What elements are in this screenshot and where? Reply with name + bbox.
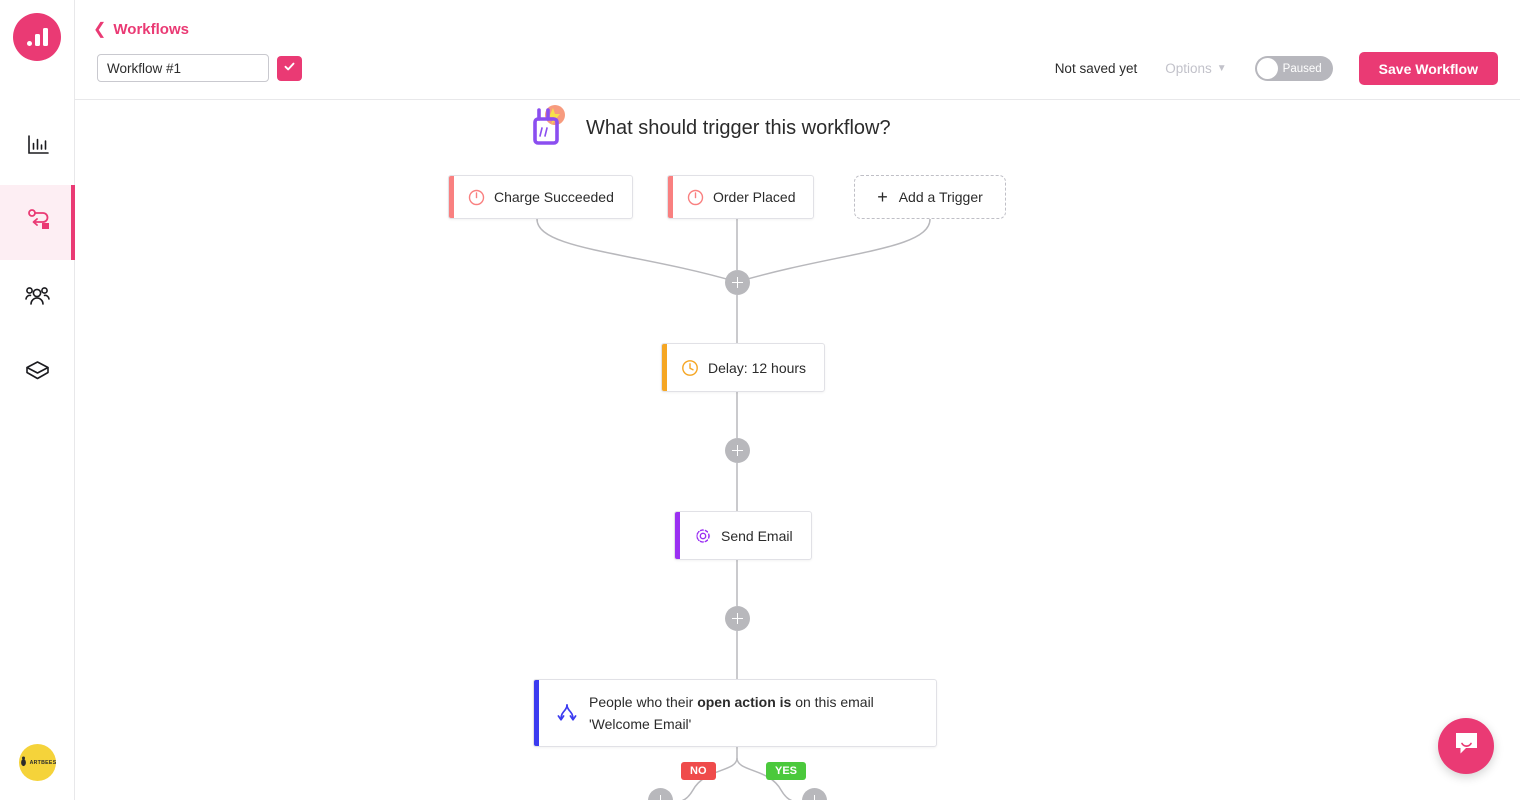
pause-resume-toggle[interactable]: Paused <box>1254 56 1333 81</box>
chevron-left-icon: ❮ <box>93 20 107 38</box>
options-dropdown[interactable]: Options ▼ <box>1165 61 1226 76</box>
clock-icon <box>681 359 699 377</box>
bar-chart-icon <box>25 132 51 163</box>
node-accent-bar <box>534 680 539 746</box>
add-step-button-2[interactable] <box>725 438 750 463</box>
support-messenger-button[interactable] <box>1438 718 1494 774</box>
power-icon <box>687 189 704 206</box>
branch-badge-no[interactable]: NO <box>681 762 716 780</box>
sidebar-item-audience[interactable] <box>0 260 75 335</box>
workflow-builder-app: ARTBEES ❮ Workflows Not saved yet Option… <box>0 0 1520 800</box>
check-icon <box>283 60 296 76</box>
gear-icon <box>694 527 712 545</box>
workflow-node-trigger-charge-succeeded[interactable]: Charge Succeeded <box>448 175 633 219</box>
condition-text: People who their open action is on this … <box>589 691 888 735</box>
add-trigger-label: Add a Trigger <box>898 189 983 205</box>
node-label: Charge Succeeded <box>494 189 614 205</box>
sidebar-item-workflows[interactable] <box>0 185 75 260</box>
power-icon <box>468 189 485 206</box>
node-accent-bar <box>668 176 673 218</box>
confirm-name-button[interactable] <box>277 55 302 81</box>
condition-line2: 'Welcome Email' <box>589 716 692 732</box>
condition-line1-prefix: People who their <box>589 694 698 710</box>
breadcrumb-label: Workflows <box>113 21 189 38</box>
node-accent-bar <box>662 344 667 391</box>
logo-bar-tall <box>42 28 48 46</box>
page-title: What should trigger this workflow? <box>586 117 891 139</box>
save-status-text: Not saved yet <box>1054 61 1138 76</box>
branch-split-icon <box>555 701 579 725</box>
canvas-question: What should trigger this workflow? <box>530 102 891 155</box>
add-step-button-3[interactable] <box>725 606 750 631</box>
condition-line1-bold: open action is <box>697 694 792 710</box>
sidebar-item-analytics[interactable] <box>0 110 75 185</box>
workflow-name-input[interactable] <box>97 54 269 82</box>
chat-bubble-icon <box>1453 730 1480 762</box>
workflow-route-icon <box>24 206 52 239</box>
workflow-node-delay[interactable]: Delay: 12 hours <box>661 343 826 392</box>
toggle-knob <box>1256 58 1278 79</box>
node-label: Send Email <box>721 527 793 544</box>
sidebar-item-products[interactable] <box>0 335 75 410</box>
artbees-label: ARTBEES <box>29 759 57 766</box>
toolbar-actions: Not saved yet Options ▼ Paused Save Work… <box>1055 52 1498 85</box>
users-group-icon <box>24 282 51 314</box>
chevron-down-icon: ▼ <box>1216 63 1227 74</box>
app-logo[interactable] <box>13 13 61 61</box>
main-sidebar: ARTBEES <box>0 0 75 800</box>
add-trigger-button[interactable]: + Add a Trigger <box>854 175 1006 219</box>
workflow-node-condition[interactable]: People who their open action is on this … <box>533 679 937 747</box>
condition-line1-suffix: on this email <box>791 694 874 710</box>
logo-dot <box>26 41 32 46</box>
node-accent-bar <box>675 512 680 559</box>
branch-badge-yes[interactable]: YES <box>766 762 807 780</box>
sidebar-nav <box>0 110 75 410</box>
node-accent-bar <box>449 176 454 218</box>
node-label: Delay: 12 hours <box>708 359 807 376</box>
breadcrumb-back-workflows[interactable]: ❮ Workflows <box>93 21 189 38</box>
top-toolbar: ❮ Workflows Not saved yet Options ▼ Paus… <box>75 0 1520 100</box>
workflow-canvas[interactable]: What should trigger this workflow? Charg… <box>75 100 1520 800</box>
plus-icon: + <box>877 186 888 207</box>
trigger-box-icon <box>530 102 572 155</box>
artbees-badge[interactable]: ARTBEES <box>19 744 56 781</box>
save-workflow-button[interactable]: Save Workflow <box>1358 52 1498 85</box>
node-label: Order Placed <box>713 189 796 205</box>
logo-bar-mid <box>34 34 40 46</box>
bee-icon <box>19 754 28 772</box>
workflow-name-row <box>97 54 302 82</box>
workflow-node-trigger-order-placed[interactable]: Order Placed <box>667 175 815 219</box>
toggle-label: Paused <box>1282 62 1322 75</box>
workflow-node-send-email[interactable]: Send Email <box>674 511 812 560</box>
box-package-icon <box>24 357 51 389</box>
add-step-button-1[interactable] <box>725 270 750 295</box>
options-label: Options <box>1165 61 1212 76</box>
